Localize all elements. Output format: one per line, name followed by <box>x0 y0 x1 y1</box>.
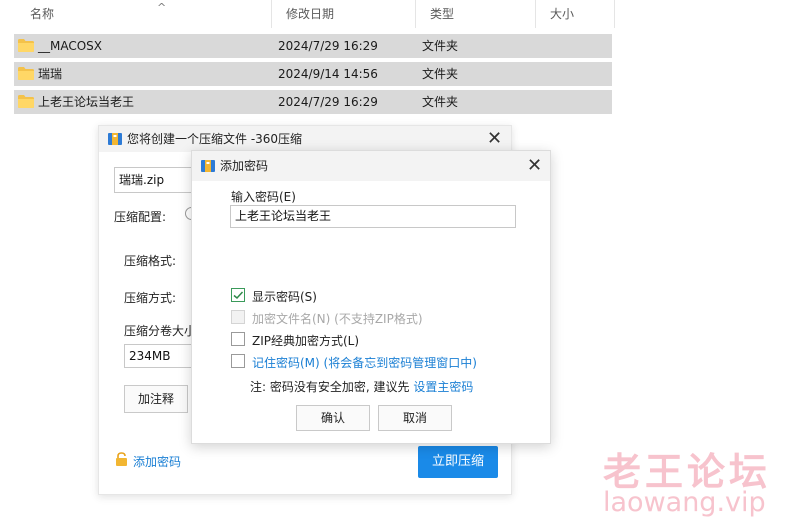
archive-app-icon <box>201 160 215 172</box>
security-note-text: 注: 密码没有安全加密, 建议先 <box>250 380 410 394</box>
file-name: 上老王论坛当老王 <box>38 95 135 109</box>
compress-method-label: 压缩方式: <box>124 291 177 305</box>
sort-ascending-icon: ^ <box>157 1 167 14</box>
file-date: 2024/7/29 16:29 <box>278 95 378 109</box>
folder-icon <box>18 95 34 108</box>
split-size-input[interactable]: 234MB <box>124 344 192 368</box>
folder-icon <box>18 67 34 80</box>
set-master-password-link[interactable]: 设置主密码 <box>413 380 473 394</box>
confirm-button-label: 确认 <box>320 411 345 425</box>
column-header-name-label: 名称 <box>30 7 55 21</box>
password-input[interactable]: 上老王论坛当老王 <box>230 205 516 228</box>
column-header-type[interactable]: 类型 <box>416 0 536 28</box>
close-icon[interactable]: ✕ <box>487 130 502 148</box>
show-password-label: 显示密码(S) <box>252 290 317 304</box>
add-password-titlebar: 添加密码 ✕ <box>192 151 550 181</box>
watermark-url: laowang.vip <box>603 487 766 518</box>
checkmark-icon <box>233 291 244 300</box>
show-password-checkbox[interactable]: 显示密码(S) <box>231 288 491 304</box>
security-note: 注: 密码没有安全加密, 建议先 设置主密码 <box>250 378 473 395</box>
compress-dialog-title: 您将创建一个压缩文件 -360压缩 <box>127 132 303 146</box>
column-header-date-label: 修改日期 <box>286 7 335 21</box>
file-name: 瑞瑞 <box>38 67 63 81</box>
file-list-header: ^ 名称 修改日期 类型 大小 <box>0 0 615 28</box>
checkbox-box <box>231 310 245 324</box>
password-input-label: 输入密码(E) <box>231 190 296 204</box>
archive-app-icon <box>108 133 122 145</box>
file-date: 2024/9/14 14:56 <box>278 67 378 81</box>
column-header-size[interactable]: 大小 <box>536 0 615 28</box>
compress-format-label: 压缩格式: <box>124 254 177 268</box>
file-row[interactable]: __MACOSX 2024/7/29 16:29 文件夹 <box>14 34 612 58</box>
file-name: __MACOSX <box>38 39 103 53</box>
encrypt-filename-checkbox: 加密文件名(N) (不支持ZIP格式) <box>231 310 491 326</box>
column-header-date[interactable]: 修改日期 <box>272 0 416 28</box>
checkbox-box <box>231 354 245 368</box>
compress-dialog-titlebar: 您将创建一个压缩文件 -360压缩 ✕ <box>99 126 511 152</box>
add-comment-button[interactable]: 加注释 <box>124 385 188 413</box>
confirm-button[interactable]: 确认 <box>296 405 370 431</box>
add-password-label: 添加密码 <box>133 455 182 469</box>
cancel-button-label: 取消 <box>402 411 427 425</box>
compress-config-label: 压缩配置: <box>114 210 167 224</box>
lock-icon <box>116 452 127 466</box>
file-row[interactable]: 上老王论坛当老王 2024/7/29 16:29 文件夹 <box>14 90 612 114</box>
add-comment-button-label: 加注释 <box>137 392 174 406</box>
file-row[interactable]: 瑞瑞 2024/9/14 14:56 文件夹 <box>14 62 612 86</box>
encrypt-filename-label: 加密文件名(N) (不支持ZIP格式) <box>252 312 423 326</box>
compress-now-label: 立即压缩 <box>431 454 484 469</box>
compress-now-button[interactable]: 立即压缩 <box>418 446 498 478</box>
checkbox-box <box>231 288 245 302</box>
remember-password-checkbox[interactable]: 记住密码(M) (将会备忘到密码管理窗口中) <box>231 354 511 370</box>
archive-filename-value: 瑞瑞.zip <box>119 173 165 187</box>
file-date: 2024/7/29 16:29 <box>278 39 378 53</box>
checkbox-box <box>231 332 245 346</box>
close-icon[interactable]: ✕ <box>527 157 542 175</box>
zip-classic-encryption-checkbox[interactable]: ZIP经典加密方式(L) <box>231 332 491 348</box>
split-size-label: 压缩分卷大小 <box>124 324 192 338</box>
password-input-value: 上老王论坛当老王 <box>235 209 332 223</box>
file-type: 文件夹 <box>422 95 459 109</box>
folder-icon <box>18 39 34 52</box>
column-header-size-label: 大小 <box>550 7 575 21</box>
zip-classic-encryption-label: ZIP经典加密方式(L) <box>252 334 360 348</box>
file-type: 文件夹 <box>422 67 459 81</box>
cancel-button[interactable]: 取消 <box>378 405 452 431</box>
column-header-name[interactable]: ^ 名称 <box>16 0 272 28</box>
add-password-dialog: 添加密码 ✕ 输入密码(E) 上老王论坛当老王 显示密码(S) 加密文件名(N)… <box>191 150 551 444</box>
file-type: 文件夹 <box>422 39 459 53</box>
remember-password-label: 记住密码(M) (将会备忘到密码管理窗口中) <box>252 356 477 370</box>
split-size-value: 234MB <box>129 349 171 363</box>
archive-filename-field[interactable]: 瑞瑞.zip <box>114 167 196 193</box>
column-header-type-label: 类型 <box>430 7 455 21</box>
add-password-dialog-title: 添加密码 <box>220 159 269 173</box>
